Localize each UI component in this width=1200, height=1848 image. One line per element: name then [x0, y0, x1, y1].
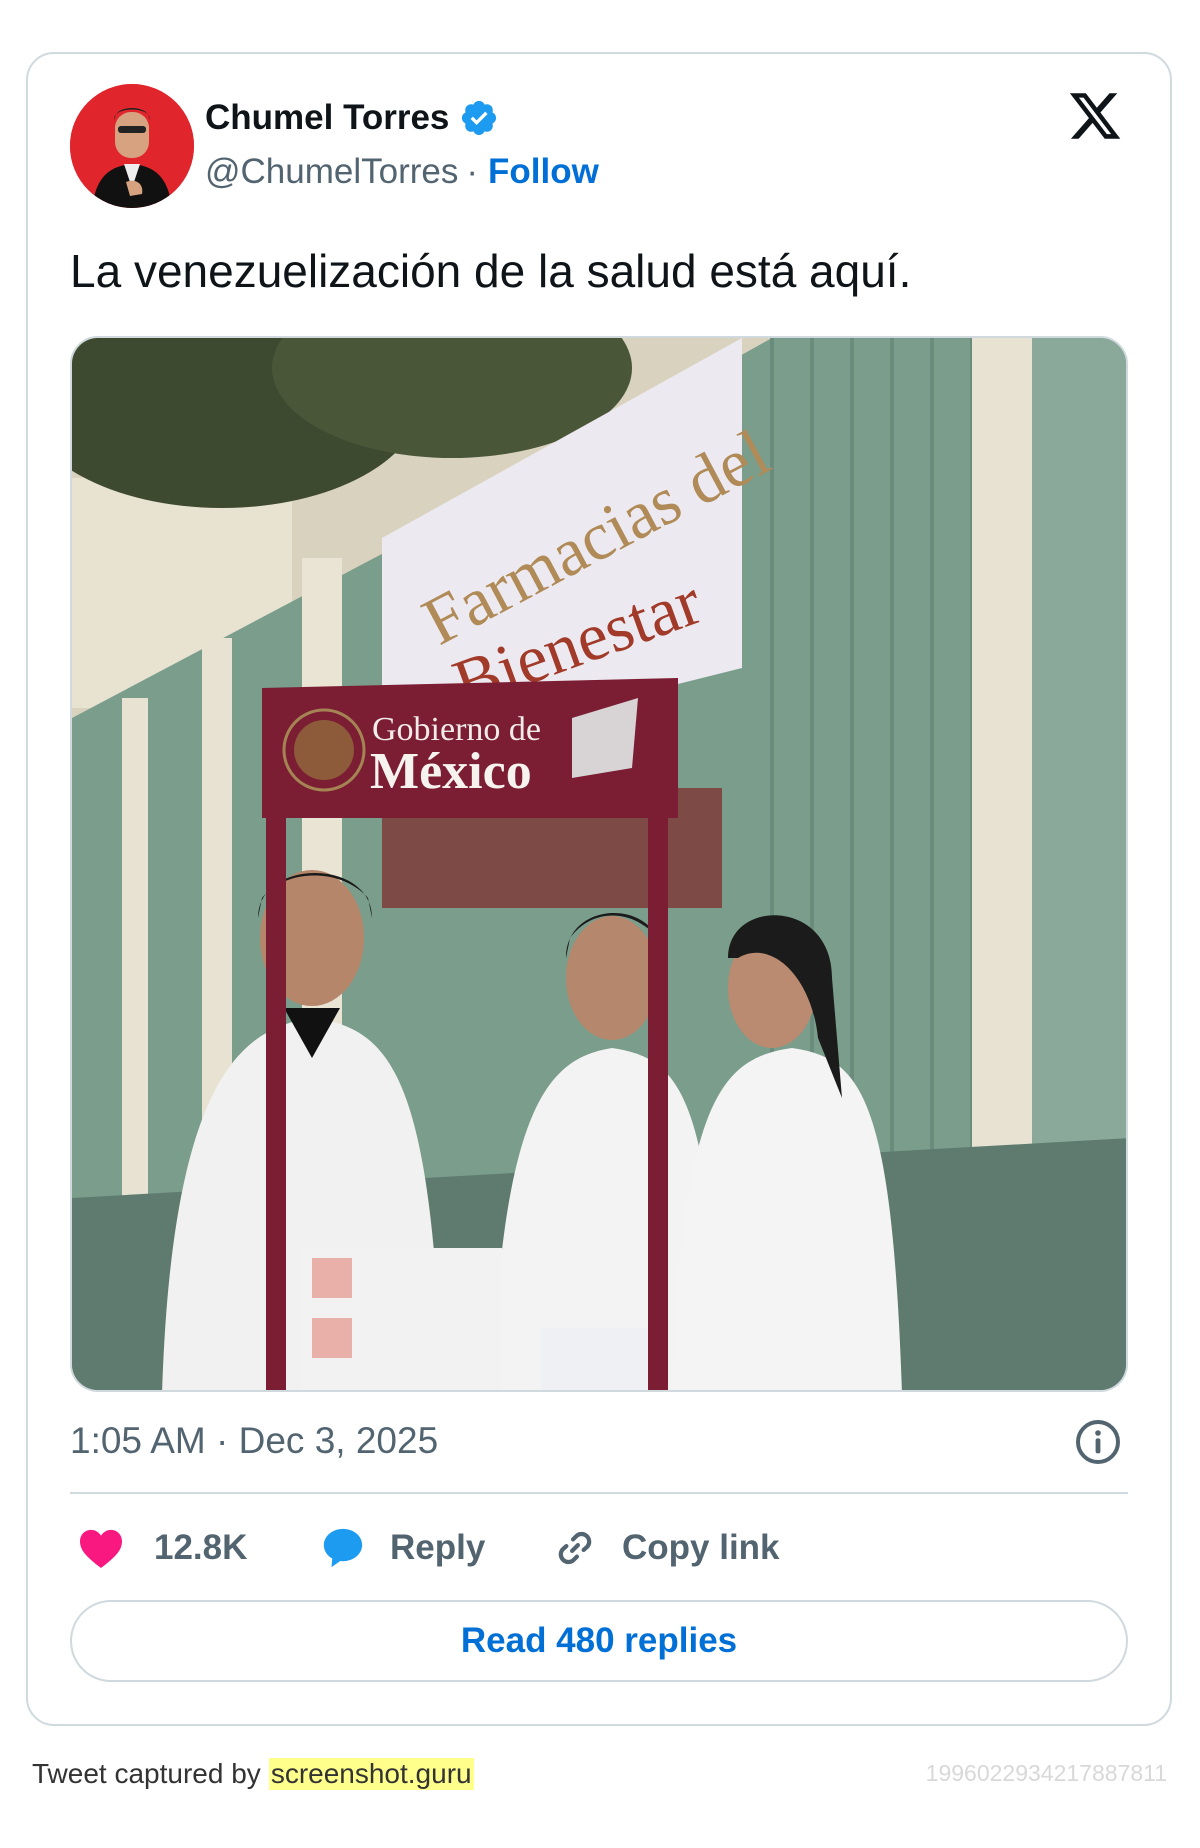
capture-prefix: Tweet captured by	[32, 1758, 261, 1789]
tweet-id: 1996022934217887811	[925, 1760, 1167, 1786]
capture-site-link[interactable]: screenshot.guru	[268, 1758, 474, 1790]
tweet-photo[interactable]: Farmacias del Bienestar Gobierno de Méxi…	[70, 336, 1128, 1392]
sign-line2: México	[370, 743, 532, 800]
reply-bubble-icon	[323, 1528, 363, 1568]
author-handle-row: @ChumelTorres · Follow	[205, 152, 599, 192]
capture-credit: Tweet captured by screenshot.guru	[32, 1758, 474, 1790]
author-avatar[interactable]	[70, 84, 194, 208]
like-button[interactable]: 12.8K	[78, 1518, 247, 1578]
divider	[70, 1492, 1128, 1494]
link-icon	[558, 1531, 592, 1565]
author-name-row: Chumel Torres	[205, 98, 499, 138]
author-name[interactable]: Chumel Torres	[205, 98, 449, 138]
tweet-timestamp[interactable]: 1:05 AM · Dec 3, 2025	[70, 1420, 438, 1462]
copy-link-label: Copy link	[622, 1528, 780, 1567]
handle-separator: ·	[466, 152, 479, 191]
reply-button[interactable]: Reply	[320, 1518, 485, 1578]
reply-label: Reply	[390, 1528, 486, 1567]
copy-link-button[interactable]: Copy link	[552, 1518, 780, 1578]
x-logo-icon[interactable]	[1066, 88, 1124, 144]
tweet-text: La venezuelización de la salud está aquí…	[70, 245, 912, 297]
action-bar: 12.8K Reply Copy link	[70, 1518, 1128, 1578]
like-count: 12.8K	[154, 1528, 248, 1567]
author-handle[interactable]: @ChumelTorres	[205, 152, 458, 192]
follow-button[interactable]: Follow	[488, 152, 599, 192]
heart-icon	[80, 1529, 122, 1569]
info-icon[interactable]	[1074, 1418, 1122, 1466]
verified-badge-icon	[462, 100, 497, 136]
read-replies-button[interactable]: Read 480 replies	[70, 1600, 1128, 1682]
